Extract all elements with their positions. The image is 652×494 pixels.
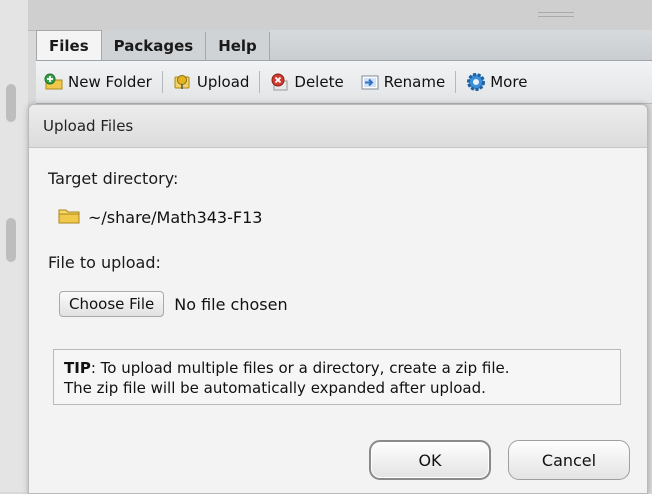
- rename-button[interactable]: Rename: [352, 67, 454, 97]
- tip-prefix: TIP: [64, 359, 91, 377]
- new-folder-button[interactable]: New Folder: [36, 67, 160, 97]
- cancel-button[interactable]: Cancel: [508, 440, 630, 480]
- tip-text-1: : To upload multiple files or a director…: [90, 359, 510, 377]
- left-pane-scroll-handle[interactable]: [6, 84, 16, 122]
- chosen-file-status: No file chosen: [174, 294, 288, 314]
- file-chooser: Choose File No file chosen: [59, 291, 288, 317]
- pane-resize-grip[interactable]: [538, 12, 574, 17]
- tip-text-2: The zip file will be automatically expan…: [64, 379, 486, 397]
- upload-label: Upload: [196, 73, 250, 91]
- delete-button[interactable]: Delete: [262, 67, 351, 97]
- tab-label: Help: [218, 37, 257, 55]
- toolbar-divider: [259, 71, 261, 93]
- upload-files-dialog: Upload Files Target directory: ~/share/M…: [28, 104, 648, 494]
- rename-icon: [360, 72, 380, 92]
- gear-icon: [466, 72, 486, 92]
- delete-icon: [270, 72, 290, 92]
- folder-icon: [58, 207, 80, 228]
- rename-label: Rename: [383, 73, 446, 91]
- new-folder-icon: [44, 72, 64, 92]
- pane-header: [28, 0, 652, 31]
- tip-line-1: TIP: To upload multiple files or a direc…: [64, 358, 610, 378]
- left-pane-gutter: [0, 0, 28, 492]
- target-directory-path: ~/share/Math343-F13: [88, 208, 263, 227]
- files-toolbar: New Folder Upload Delete Rename More: [36, 61, 652, 104]
- more-button[interactable]: More: [458, 67, 535, 97]
- tab-label: Files: [49, 36, 89, 55]
- toolbar-divider: [161, 71, 163, 93]
- new-folder-label: New Folder: [68, 73, 152, 91]
- upload-icon: [173, 72, 193, 92]
- tab-strip-fill: [269, 30, 652, 60]
- tab-help[interactable]: Help: [206, 32, 270, 60]
- file-to-upload-label: File to upload:: [48, 253, 161, 272]
- delete-label: Delete: [294, 73, 344, 91]
- choose-file-button[interactable]: Choose File: [59, 291, 165, 317]
- more-label: More: [490, 73, 528, 91]
- tab-packages[interactable]: Packages: [102, 32, 207, 60]
- left-pane-scroll-handle[interactable]: [6, 218, 16, 262]
- target-directory: ~/share/Math343-F13: [58, 207, 262, 228]
- tab-files[interactable]: Files: [36, 30, 102, 60]
- pane-tabs: Files Packages Help: [36, 30, 652, 61]
- target-directory-label: Target directory:: [48, 169, 179, 188]
- tab-label: Packages: [113, 37, 194, 55]
- upload-tip: TIP: To upload multiple files or a direc…: [53, 349, 621, 405]
- upload-button[interactable]: Upload: [165, 67, 258, 97]
- ok-button[interactable]: OK: [369, 440, 491, 480]
- dialog-title: Upload Files: [29, 105, 647, 148]
- toolbar-divider: [455, 71, 457, 93]
